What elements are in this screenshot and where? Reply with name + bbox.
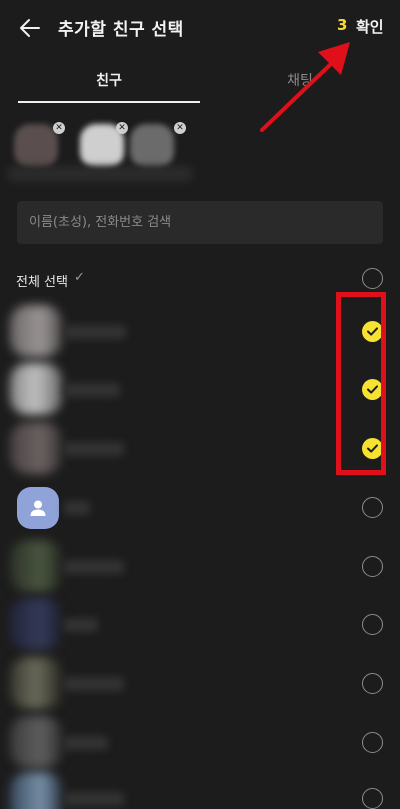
friend-name-blurred [64, 501, 90, 515]
friend-select-radio[interactable] [362, 673, 383, 694]
selected-names-blurred [8, 166, 192, 182]
tab-chats[interactable]: 채팅 [200, 70, 400, 90]
select-all-label: 전체 선택 [16, 275, 68, 290]
friend-name-blurred [64, 677, 124, 691]
friend-row[interactable] [0, 361, 400, 419]
check-icon [367, 327, 378, 336]
friend-name-blurred [64, 442, 124, 456]
friend-avatar [10, 772, 62, 809]
select-all-row[interactable]: 전체 선택 ✓ [0, 262, 400, 296]
friend-select-radio[interactable] [362, 497, 383, 518]
friend-row[interactable] [0, 303, 400, 361]
friend-avatar [10, 657, 62, 709]
search-input[interactable] [17, 201, 383, 244]
friend-select-radio[interactable] [362, 556, 383, 577]
tab-bar: 친구 채팅 [0, 56, 400, 104]
active-tab-indicator [18, 101, 200, 103]
friend-row[interactable] [0, 479, 400, 537]
friend-select-radio[interactable] [362, 379, 383, 400]
friend-select-radio[interactable] [362, 321, 383, 342]
friend-row[interactable] [0, 538, 400, 596]
friend-name-blurred [64, 618, 98, 632]
remove-selected-icon[interactable]: ✕ [116, 122, 128, 134]
friend-name-blurred [64, 325, 126, 339]
confirm-button[interactable]: 확인 [356, 16, 384, 37]
friend-row[interactable] [0, 655, 400, 713]
selected-friend-avatar[interactable] [14, 124, 58, 168]
app-header: 추가할 친구 선택 3 확인 [0, 0, 400, 56]
select-all-radio[interactable] [362, 268, 383, 289]
selected-count: 3 [337, 16, 348, 34]
friend-name-blurred [64, 792, 124, 806]
friend-avatar [10, 422, 62, 474]
friend-select-radio[interactable] [362, 438, 383, 459]
friend-name-blurred [64, 736, 108, 750]
back-arrow-icon [20, 19, 40, 37]
remove-selected-icon[interactable]: ✕ [53, 122, 65, 134]
friend-name-blurred [64, 560, 124, 574]
friend-avatar [10, 598, 62, 650]
check-icon [367, 444, 378, 453]
search-box [17, 201, 383, 244]
check-icon [367, 385, 378, 394]
friend-avatar [10, 305, 62, 357]
friend-row[interactable] [0, 770, 400, 809]
back-button[interactable] [14, 12, 46, 44]
friend-select-radio[interactable] [362, 732, 383, 753]
friend-avatar [10, 540, 62, 592]
checkmark-icon: ✓ [74, 270, 85, 285]
friend-select-radio[interactable] [362, 788, 383, 809]
person-icon [30, 500, 46, 516]
friend-row[interactable] [0, 420, 400, 478]
friend-row[interactable] [0, 714, 400, 772]
friend-avatar [10, 716, 62, 768]
friend-row[interactable] [0, 596, 400, 654]
selected-friends-strip: ✕ ✕ ✕ [0, 116, 400, 192]
friend-avatar [10, 363, 62, 415]
page-title: 추가할 친구 선택 [58, 20, 184, 40]
remove-selected-icon[interactable]: ✕ [174, 122, 186, 134]
default-profile-avatar [17, 487, 59, 529]
friend-select-radio[interactable] [362, 614, 383, 635]
friend-name-blurred [64, 383, 120, 397]
selected-friend-avatar[interactable] [130, 124, 174, 168]
tab-friends[interactable]: 친구 [18, 70, 200, 90]
